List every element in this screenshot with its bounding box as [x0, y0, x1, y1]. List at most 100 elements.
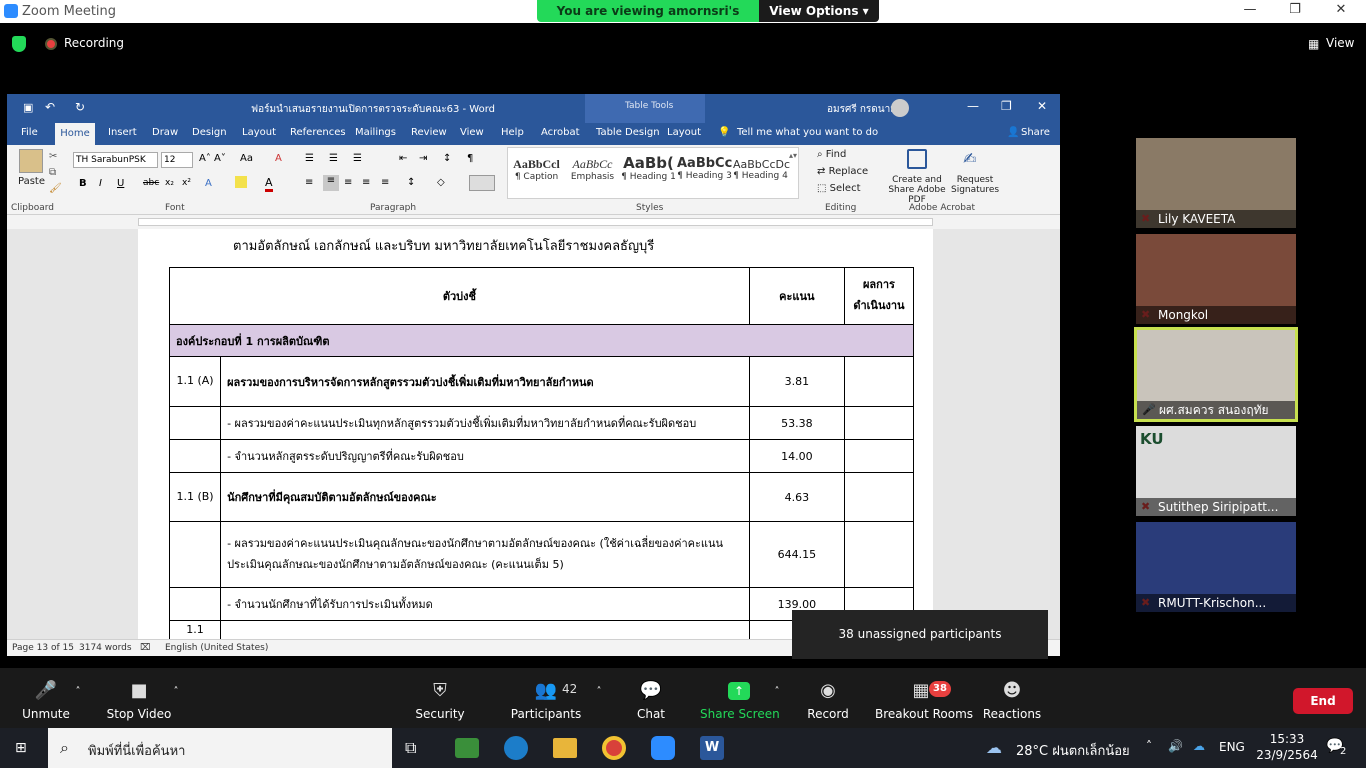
unmute-label: Unmute — [22, 707, 70, 721]
table-clip: ตัวบ่งชี้ คะแนน ผลการดำเนินงาน องค์ประกอ… — [0, 0, 1060, 639]
onedrive-icon[interactable]: ☁ — [1193, 739, 1205, 753]
participant-tile[interactable]: KU ✖ Sutithep Siripipatt... — [1136, 426, 1296, 516]
stop-video-label: Stop Video — [106, 707, 172, 721]
unmute-button[interactable]: 🎤 Unmute — [16, 668, 76, 728]
active-speaker-tile[interactable]: 🎤 ผศ.สมควร สนองฤทัย — [1134, 327, 1298, 422]
muted-mic-icon: 🎤 — [34, 680, 58, 701]
chrome-browser-icon[interactable] — [602, 736, 626, 760]
share-options-chevron-icon[interactable]: ˄ — [769, 686, 785, 698]
minimize-icon[interactable]: — — [1240, 2, 1260, 20]
row-number: 1.1 — [168, 620, 222, 639]
participants-chevron-icon[interactable]: ˄ — [591, 686, 607, 698]
clock-time[interactable]: 15:33 — [1262, 732, 1312, 746]
row-score: 3.81 — [748, 356, 845, 407]
page-count[interactable]: Page 13 of 15 — [12, 643, 74, 653]
language-indicator[interactable]: ENG — [1219, 740, 1245, 754]
participants-count: 42 — [562, 682, 578, 696]
restore-icon[interactable]: ❐ — [1285, 2, 1305, 20]
row-number — [168, 406, 222, 440]
shield-icon: ⛨ — [433, 680, 447, 701]
row-text: - จำนวนนักศึกษาที่ได้รับการประเมินทั้งหม… — [220, 587, 750, 621]
participant-tile[interactable]: ✖ RMUTT-Krischon... — [1136, 522, 1296, 612]
participant-tile[interactable]: ✖ Mongkol — [1136, 234, 1296, 324]
video-camera-icon: ■ — [130, 680, 148, 701]
header-result: ผลการดำเนินงาน — [843, 267, 915, 325]
stop-video-button[interactable]: ■ Stop Video — [104, 668, 174, 728]
search-placeholder: พิมพ์ที่นี่เพื่อค้นหา — [88, 744, 186, 759]
reactions-button[interactable]: ☻ Reactions — [982, 668, 1042, 728]
record-label: Record — [807, 707, 849, 721]
row-score: 53.38 — [748, 406, 845, 440]
taskbar-search-box[interactable]: ⌕ พิมพ์ที่นี่เพื่อค้นหา — [48, 728, 392, 768]
search-icon: ⌕ — [60, 738, 69, 757]
reactions-label: Reactions — [982, 707, 1042, 721]
row-number: 1.1 (A) — [168, 356, 222, 407]
meeting-toolbar: 🎤 Unmute ˄ ■ Stop Video ˄ ⛨ Security 👥 4… — [0, 668, 1366, 728]
audio-options-chevron-icon[interactable]: ˄ — [70, 686, 86, 698]
security-label: Security — [415, 707, 465, 721]
record-button[interactable]: ◉ Record — [798, 668, 858, 728]
share-screen-icon: ↑ — [728, 682, 750, 700]
close-icon[interactable]: ✕ — [1331, 2, 1351, 20]
breakout-rooms-icon: ▦ — [912, 680, 930, 701]
section-row: องค์ประกอบที่ 1 การผลิตบัณฑิต — [169, 324, 914, 357]
task-view-icon[interactable]: ⧉ — [405, 738, 416, 758]
view-button[interactable]: View — [1326, 36, 1354, 50]
row-score: 644.15 — [748, 521, 845, 588]
document-table[interactable]: ตัวบ่งชี้ คะแนน ผลการดำเนินงาน องค์ประกอ… — [168, 267, 915, 639]
participants-button[interactable]: 👥 42 Participants — [506, 668, 586, 728]
emoji-plus-icon: ☻ — [1002, 680, 1022, 701]
video-options-chevron-icon[interactable]: ˄ — [168, 686, 184, 698]
chat-label: Chat — [636, 707, 666, 721]
row-number — [168, 439, 222, 473]
file-explorer-icon[interactable] — [553, 738, 577, 758]
chat-bubble-icon: 💬 — [639, 680, 663, 701]
row-result — [843, 406, 915, 440]
edge-browser-icon[interactable] — [504, 736, 528, 760]
share-screen-label: Share Screen — [700, 707, 780, 721]
chat-button[interactable]: 💬 Chat — [626, 668, 676, 728]
notification-count: 2 — [1340, 746, 1347, 757]
language-status[interactable]: English (United States) — [165, 643, 268, 653]
participant-name: Mongkol — [1136, 306, 1296, 324]
volume-icon[interactable]: 🔊 — [1168, 739, 1183, 753]
header-score: คะแนน — [748, 267, 845, 325]
view-icon[interactable]: ▦ — [1308, 37, 1319, 51]
row-number — [168, 521, 222, 588]
word-count[interactable]: 3174 words — [79, 643, 132, 653]
row-text: - ผลรวมของค่าคะแนนประเมินทุกหลักสูตรรวมต… — [220, 406, 750, 440]
zoom-app-icon[interactable] — [651, 736, 675, 760]
row-number — [168, 587, 222, 621]
participants-label: Participants — [510, 707, 582, 721]
proofing-icon[interactable]: ⌧ — [140, 643, 150, 653]
row-result — [843, 356, 915, 407]
breakout-rooms-label: Breakout Rooms — [875, 707, 974, 721]
ku-logo: KU — [1140, 430, 1164, 448]
weather-cloud-icon[interactable]: ☁ — [986, 738, 1002, 757]
row-score: 14.00 — [748, 439, 845, 473]
row-text: ผลรวมของการบริหารจัดการหลักสูตรรวมตัวบ่ง… — [220, 356, 750, 407]
breakout-rooms-button[interactable]: ▦ 38 Breakout Rooms — [875, 668, 974, 728]
row-score: 4.63 — [748, 472, 845, 522]
share-screen-button[interactable]: ↑ Share Screen — [700, 668, 780, 728]
row-text: - ผลรวมของค่าคะแนนประเมินคุณลักษณะของนัก… — [220, 521, 750, 588]
security-button[interactable]: ⛨ Security — [410, 668, 470, 728]
windows-start-icon[interactable]: ⊞ — [15, 740, 31, 756]
row-text: - จำนวนหลักสูตรระดับปริญญาตรีที่คณะรับผิ… — [220, 439, 750, 473]
header-indicator: ตัวบ่งชี้ — [169, 267, 750, 325]
participant-tile[interactable]: ✖ Lily KAVEETA — [1136, 138, 1296, 228]
word-app-icon[interactable]: W — [700, 736, 724, 760]
row-number: 1.1 (B) — [168, 472, 222, 522]
end-meeting-button[interactable]: End — [1293, 688, 1353, 714]
weather-text[interactable]: 28°C ฝนตกเล็กน้อย — [1016, 740, 1130, 761]
row-result — [843, 521, 915, 588]
tray-chevron-icon[interactable]: ˄ — [1146, 739, 1152, 753]
participant-name: RMUTT-Krischon... — [1136, 594, 1296, 612]
app-stack-icon[interactable] — [455, 738, 479, 758]
clock-date[interactable]: 23/9/2564 — [1256, 748, 1318, 762]
participant-name: Lily KAVEETA — [1136, 210, 1296, 228]
record-icon: ◉ — [820, 680, 836, 701]
breakout-badge: 38 — [929, 681, 951, 697]
row-result — [843, 439, 915, 473]
row-result — [843, 472, 915, 522]
